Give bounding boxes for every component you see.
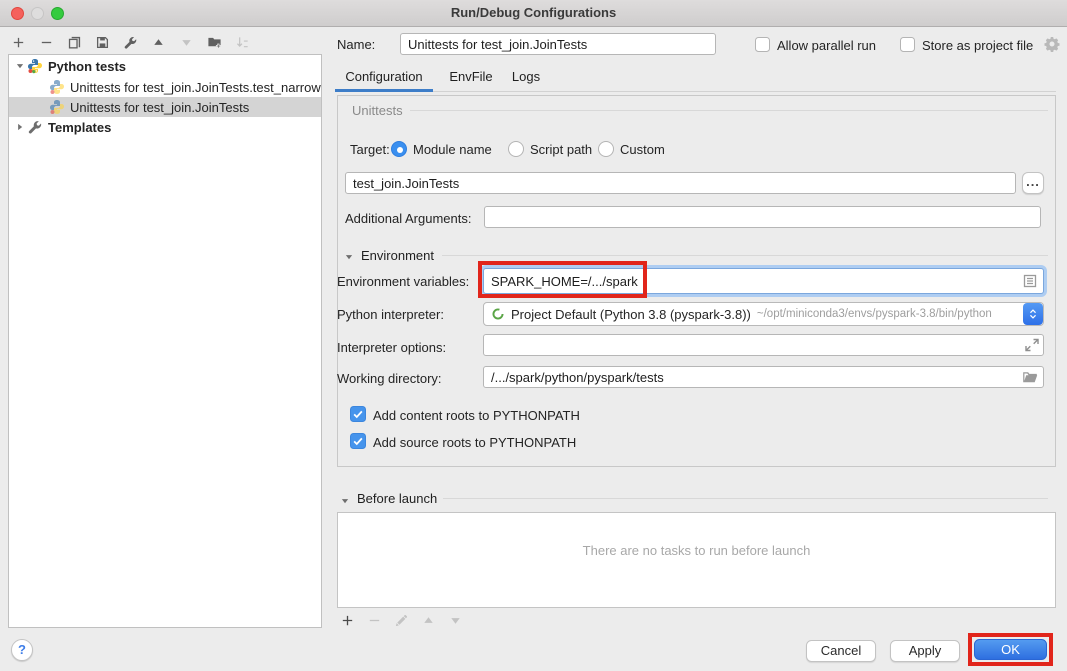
folder-icon[interactable]: [1022, 369, 1038, 388]
ok-button[interactable]: OK: [974, 639, 1047, 660]
before-launch-toolbar: [339, 612, 464, 629]
tree-item-templates[interactable]: Templates: [9, 117, 321, 137]
add-source-roots-checkbox[interactable]: [350, 433, 366, 449]
apply-button[interactable]: Apply: [890, 640, 960, 662]
configurations-toolbar: [10, 31, 251, 53]
copy-icon[interactable]: [66, 34, 83, 51]
move-up-icon[interactable]: [150, 34, 167, 51]
interpreter-options-label: Interpreter options:: [337, 340, 446, 355]
remove-task-icon[interactable]: [366, 612, 383, 629]
environment-section-rule: [442, 255, 1048, 256]
browse-button[interactable]: ...: [1022, 172, 1044, 194]
name-input[interactable]: Unittests for test_join.JoinTests: [400, 33, 716, 55]
before-launch-task-list[interactable]: There are no tasks to run before launch: [337, 512, 1056, 608]
environment-variables-label: Environment variables:: [337, 274, 469, 289]
working-directory-label: Working directory:: [337, 371, 442, 386]
add-icon[interactable]: [10, 34, 27, 51]
store-as-project-file-label: Store as project file: [922, 38, 1033, 53]
tree-item-jointests-selected[interactable]: Unittests for test_join.JoinTests: [9, 97, 321, 117]
title-bar: Run/Debug Configurations: [0, 0, 1067, 27]
expand-field-icon[interactable]: [1024, 337, 1040, 356]
edit-task-pencil-icon[interactable]: [393, 612, 410, 629]
run-debug-configurations-dialog: Run/Debug Configurations Python tests Un…: [0, 0, 1067, 671]
allow-parallel-run-checkbox[interactable]: [755, 37, 770, 52]
radio-script-path-label: Script path: [530, 142, 592, 157]
working-directory-input[interactable]: /.../spark/python/pyspark/tests: [483, 366, 1044, 388]
python-test-icon: [49, 79, 65, 95]
interpreter-options-input[interactable]: [483, 334, 1044, 356]
help-button[interactable]: ?: [11, 639, 33, 661]
tab-label: Logs: [512, 69, 540, 84]
python-interpreter-path: ~/opt/miniconda3/envs/pyspark-3.8/bin/py…: [757, 308, 992, 320]
unittests-group-label: Unittests: [352, 103, 403, 118]
additional-arguments-input[interactable]: [484, 206, 1041, 228]
sort-alphabetically-icon[interactable]: [234, 34, 251, 51]
before-launch-section-label: Before launch: [357, 491, 437, 506]
tree-item-label: Unittests for test_join.JoinTests.test_n…: [70, 80, 321, 95]
add-content-roots-label: Add content roots to PYTHONPATH: [373, 408, 580, 423]
tree-item-test-narrow[interactable]: Unittests for test_join.JoinTests.test_n…: [9, 77, 321, 97]
target-label: Target:: [350, 142, 390, 157]
zoom-window-button[interactable]: [51, 7, 64, 20]
before-launch-rule: [443, 498, 1048, 499]
tab-divider: [433, 91, 1056, 92]
configurations-tree: Python tests Unittests for test_join.Joi…: [8, 54, 322, 628]
tab-logs[interactable]: Logs: [496, 64, 556, 92]
chevron-right-icon[interactable]: [15, 120, 27, 135]
move-down-icon[interactable]: [178, 34, 195, 51]
group-label-rule: [410, 110, 1048, 111]
python-interpreter-select[interactable]: Project Default (Python 3.8 (pyspark-3.8…: [483, 302, 1044, 326]
move-task-up-icon[interactable]: [420, 612, 437, 629]
environment-variables-value: SPARK_HOME=/.../spark: [491, 274, 638, 289]
radio-module-name[interactable]: [391, 141, 407, 157]
new-folder-icon[interactable]: [206, 34, 223, 51]
minimize-window-button[interactable]: [31, 7, 44, 20]
working-directory-value: /.../spark/python/pyspark/tests: [491, 370, 664, 385]
name-label: Name:: [337, 37, 375, 52]
conda-environment-icon: [491, 307, 505, 321]
chevron-down-icon[interactable]: [15, 59, 27, 74]
python-test-icon: [49, 99, 65, 115]
cancel-button[interactable]: Cancel: [806, 640, 876, 662]
radio-module-name-label: Module name: [413, 142, 492, 157]
tree-item-label: Templates: [48, 120, 111, 135]
add-task-icon[interactable]: [339, 612, 356, 629]
collapse-triangle-icon[interactable]: [344, 250, 354, 265]
radio-script-path[interactable]: [508, 141, 524, 157]
tree-item-python-tests[interactable]: Python tests: [9, 56, 321, 76]
close-window-button[interactable]: [11, 7, 24, 20]
environment-section-label: Environment: [361, 248, 434, 263]
before-launch-empty-message: There are no tasks to run before launch: [338, 543, 1055, 558]
python-interpreter-label: Python interpreter:: [337, 307, 444, 322]
save-icon[interactable]: [94, 34, 111, 51]
additional-arguments-label: Additional Arguments:: [345, 211, 471, 226]
store-as-project-file-checkbox[interactable]: [900, 37, 915, 52]
chevron-up-down-icon: [1027, 307, 1039, 321]
edit-variables-list-icon[interactable]: [1022, 273, 1038, 292]
name-value: Unittests for test_join.JoinTests: [408, 37, 587, 52]
window-title: Run/Debug Configurations: [0, 0, 1067, 26]
radio-custom[interactable]: [598, 141, 614, 157]
module-name-input[interactable]: test_join.JoinTests: [345, 172, 1016, 194]
environment-variables-input[interactable]: SPARK_HOME=/.../spark: [483, 268, 1044, 294]
gear-icon[interactable]: [1044, 36, 1060, 55]
module-name-value: test_join.JoinTests: [353, 176, 459, 191]
add-content-roots-checkbox[interactable]: [350, 406, 366, 422]
tree-item-label: Unittests for test_join.JoinTests: [70, 100, 249, 115]
tab-configuration[interactable]: Configuration: [335, 64, 433, 92]
python-tests-icon: [27, 58, 43, 74]
tab-label: Configuration: [345, 69, 422, 84]
tab-label: EnvFile: [449, 69, 492, 84]
remove-icon[interactable]: [38, 34, 55, 51]
radio-custom-label: Custom: [620, 142, 665, 157]
add-source-roots-label: Add source roots to PYTHONPATH: [373, 435, 576, 450]
collapse-triangle-icon[interactable]: [340, 494, 350, 509]
edit-templates-wrench-icon[interactable]: [122, 34, 139, 51]
tree-item-label: Python tests: [48, 59, 126, 74]
interpreter-dropdown-button[interactable]: [1023, 303, 1043, 325]
templates-wrench-icon: [27, 119, 43, 135]
allow-parallel-run-label: Allow parallel run: [777, 38, 876, 53]
python-interpreter-value: Project Default (Python 3.8 (pyspark-3.8…: [511, 307, 751, 322]
move-task-down-icon[interactable]: [447, 612, 464, 629]
